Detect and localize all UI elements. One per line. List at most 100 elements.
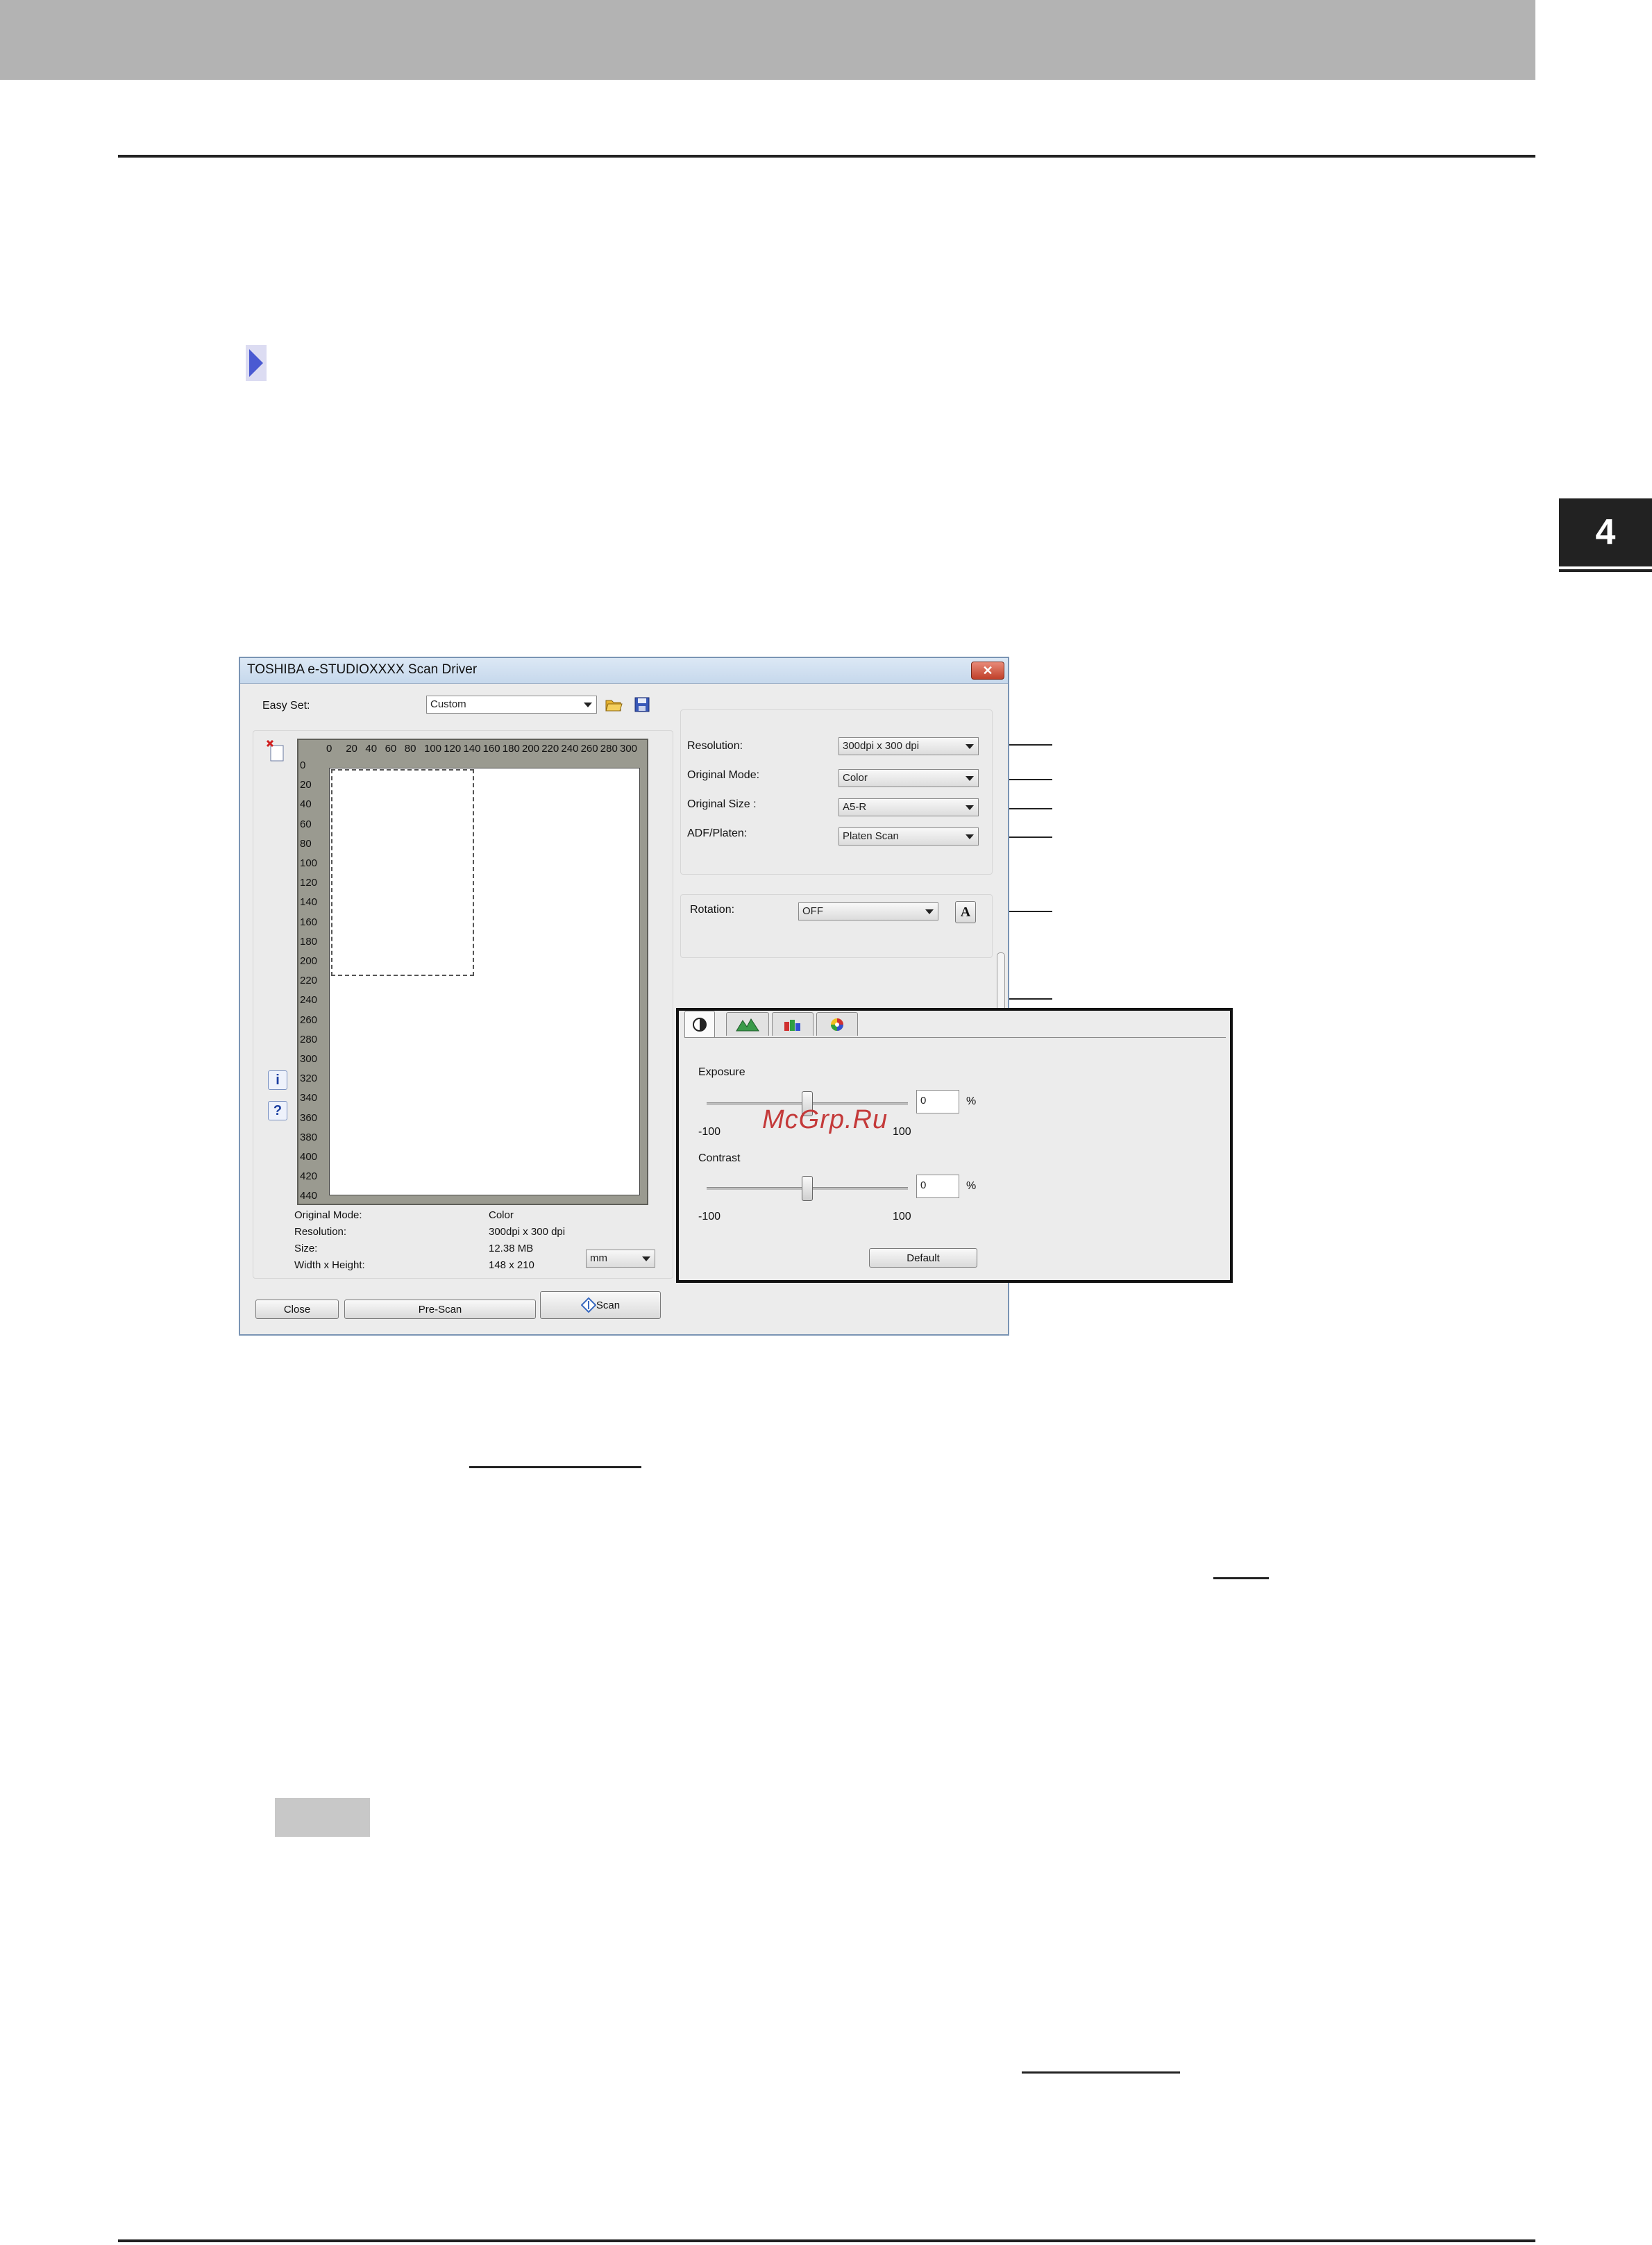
ruler-x-tick: 220 (541, 743, 559, 755)
exposure-unit: % (966, 1095, 977, 1107)
original-size-label: Original Size : (687, 798, 757, 810)
tab-color-balance[interactable] (772, 1012, 814, 1036)
ruler-x-tick: 280 (600, 743, 618, 755)
easy-set-value: Custom (430, 698, 466, 710)
prescan-button[interactable]: Pre-Scan (344, 1300, 536, 1319)
close-button-label: Close (283, 1303, 311, 1315)
scan-area-selection[interactable] (331, 769, 474, 976)
delete-preview-icon[interactable] (266, 739, 285, 762)
ruler-x-tick: 260 (580, 743, 598, 755)
ruler-x-tick: 0 (326, 743, 332, 755)
ruler-y-tick: 260 (300, 1014, 318, 1026)
contrast-max: 100 (893, 1211, 911, 1222)
ruler-y-tick: 120 (300, 877, 318, 889)
tab-sharpness[interactable] (726, 1012, 769, 1036)
scan-button[interactable]: Scan (540, 1291, 661, 1319)
info-icon[interactable]: i (268, 1070, 287, 1090)
ruler-x-tick: 120 (444, 743, 462, 755)
rotation-letter: A (960, 904, 971, 920)
ruler-y-tick: 420 (300, 1170, 318, 1183)
info-original-mode-label: Original Mode: (294, 1209, 362, 1221)
ruler-x-tick: 100 (424, 743, 442, 755)
ruler-y-tick: 40 (300, 798, 312, 811)
prescan-button-label: Pre-Scan (418, 1303, 462, 1315)
tab-exposure[interactable] (684, 1011, 715, 1037)
tab-saturation[interactable] (816, 1012, 858, 1036)
ruler-y-tick: 80 (300, 837, 312, 850)
ruler-y-tick: 140 (300, 896, 318, 909)
text-underline (1213, 1577, 1269, 1579)
exposure-input[interactable]: 0 (916, 1090, 959, 1113)
open-folder-icon[interactable] (605, 697, 623, 712)
title-bar: TOSHIBA e-STUDIOXXXX Scan Driver ✕ (240, 658, 1008, 684)
exposure-min: -100 (698, 1126, 721, 1138)
adf-platen-select[interactable]: Platen Scan (838, 827, 979, 846)
ruler-y-tick: 180 (300, 935, 318, 948)
resolution-select[interactable]: 300dpi x 300 dpi (838, 737, 979, 755)
scan-driver-dialog: TOSHIBA e-STUDIOXXXX Scan Driver ✕ Easy … (239, 657, 1233, 1336)
rotation-value: OFF (802, 905, 823, 917)
exposure-max: 100 (893, 1126, 911, 1138)
ruler-x-tick: 60 (385, 743, 397, 755)
info-resolution-label: Resolution: (294, 1226, 347, 1238)
close-button[interactable]: Close (255, 1300, 339, 1319)
rotation-label: Rotation: (690, 904, 735, 916)
chapter-tab-underline (1559, 569, 1652, 572)
ruler-x-tick: 180 (502, 743, 520, 755)
section-marker-icon (246, 345, 267, 381)
help-icon[interactable]: ? (268, 1101, 287, 1120)
exposure-icon (693, 1017, 707, 1032)
resolution-value: 300dpi x 300 dpi (843, 740, 920, 752)
info-wh-label: Width x Height: (294, 1259, 365, 1271)
contrast-min: -100 (698, 1211, 721, 1222)
ruler-y-tick: 220 (300, 975, 318, 987)
ruler-y-tick: 340 (300, 1092, 318, 1104)
watermark-text: McGrp.Ru (762, 1105, 888, 1134)
close-icon: ✕ (982, 663, 993, 678)
contrast-value: 0 (920, 1179, 927, 1191)
chapter-number: 4 (1595, 512, 1616, 553)
color-wheel-icon (831, 1018, 843, 1031)
contrast-input[interactable]: 0 (916, 1175, 959, 1198)
ruler-y-tick: 200 (300, 955, 318, 967)
ruler-y-tick: 300 (300, 1053, 318, 1065)
easy-set-select[interactable]: Custom (426, 696, 597, 714)
ruler-x-tick: 80 (404, 743, 416, 755)
help-glyph: ? (273, 1102, 283, 1118)
info-original-mode-value: Color (489, 1209, 514, 1221)
page-header-band (0, 0, 1535, 80)
ruler-y-tick: 320 (300, 1073, 318, 1085)
original-size-select[interactable]: A5-R (838, 798, 979, 816)
scan-icon (580, 1297, 596, 1313)
image-adjust-panel (676, 1008, 1233, 1283)
ruler-x-tick: 300 (620, 743, 638, 755)
info-wh-value: 148 x 210 (489, 1259, 534, 1271)
unit-select[interactable]: mm (586, 1250, 655, 1268)
ruler-x-tick: 140 (463, 743, 481, 755)
rotation-select[interactable]: OFF (798, 902, 938, 920)
rotation-preview-icon[interactable]: A (955, 901, 976, 923)
ruler-y-tick: 240 (300, 994, 318, 1007)
ruler-x-tick: 40 (365, 743, 378, 755)
ruler-y-tick: 380 (300, 1131, 318, 1143)
ruler-x-tick: 200 (522, 743, 540, 755)
ruler-y-tick: 280 (300, 1033, 318, 1045)
scan-button-label: Scan (596, 1299, 621, 1311)
ruler-y-tick: 440 (300, 1190, 318, 1202)
window-close-button[interactable]: ✕ (971, 662, 1004, 680)
original-mode-select[interactable]: Color (838, 769, 979, 787)
ruler-x-tick: 20 (346, 743, 357, 755)
header-rule (118, 155, 1535, 158)
scan-settings-panel (680, 709, 993, 875)
contrast-slider-thumb[interactable] (802, 1176, 813, 1201)
default-button[interactable]: Default (869, 1248, 977, 1268)
contrast-label: Contrast (698, 1152, 741, 1164)
text-underline (469, 1466, 641, 1468)
ruler-x-tick: 160 (482, 743, 500, 755)
contrast-unit: % (966, 1180, 977, 1192)
unit-value: mm (590, 1252, 607, 1264)
easy-set-label: Easy Set: (262, 700, 310, 712)
ruler-y-tick: 400 (300, 1151, 318, 1163)
color-bars-icon (784, 1019, 800, 1031)
save-icon[interactable] (634, 697, 651, 712)
